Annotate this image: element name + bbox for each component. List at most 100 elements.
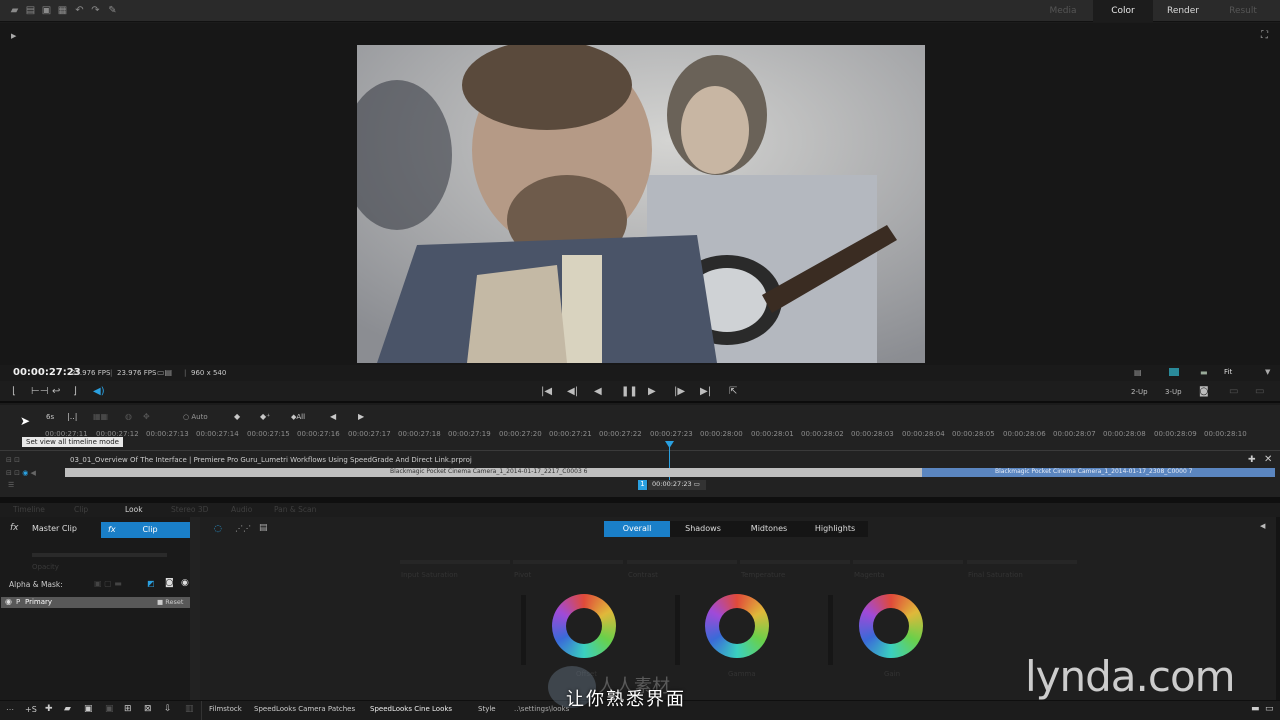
step-forward-icon[interactable]: |▶ xyxy=(674,385,685,399)
contrast-slider[interactable] xyxy=(627,560,737,564)
tab-look[interactable]: Look xyxy=(125,505,143,514)
import-icon[interactable]: ▤ xyxy=(25,5,36,16)
mask-active-icon[interactable]: ◩ xyxy=(147,579,155,588)
tab-media[interactable]: Media xyxy=(1033,0,1093,22)
gain-color-wheel[interactable] xyxy=(859,594,923,658)
monitor-icon[interactable]: ▭▤ xyxy=(157,368,172,377)
view-2up-button[interactable]: 2-Up xyxy=(1131,385,1148,399)
trash-icon[interactable]: ▥ xyxy=(185,704,194,714)
opacity-slider[interactable] xyxy=(32,553,167,557)
grid-view-icon[interactable]: ▬ xyxy=(1251,704,1260,714)
tab-audio[interactable]: Audio xyxy=(231,505,252,514)
offset-level-slider[interactable] xyxy=(521,595,526,665)
save-look-icon[interactable]: ⊞ xyxy=(124,704,132,714)
clip-2[interactable]: Blackmagic Pocket Cinema Camera_1_2014-0… xyxy=(922,468,1275,477)
track-menu-icon[interactable]: ☰ xyxy=(8,481,14,489)
final-saturation-slider[interactable] xyxy=(967,560,1077,564)
menu-icon[interactable]: ⋯ xyxy=(6,705,14,714)
expand-triangle-icon[interactable]: ▶ xyxy=(11,32,16,40)
all-button[interactable]: ◆All xyxy=(291,413,305,421)
zoom-6s-button[interactable]: 6s xyxy=(46,413,54,421)
camera-icon[interactable]: ◙ xyxy=(1199,385,1209,399)
mask-circle-icon[interactable]: ◉ xyxy=(181,578,189,588)
tab-timeline[interactable]: Timeline xyxy=(13,505,45,514)
scrollbar[interactable] xyxy=(1276,517,1280,700)
color-icon[interactable] xyxy=(1169,368,1179,376)
render-icon[interactable]: ▦ xyxy=(57,5,68,16)
tab-shadows[interactable]: Shadows xyxy=(670,521,736,537)
go-to-out-icon[interactable]: ▶| xyxy=(700,385,711,399)
gamma-level-slider[interactable] xyxy=(675,595,680,665)
crosshair-icon[interactable]: ✥ xyxy=(143,412,150,421)
keyframe-icon[interactable]: ◆ xyxy=(234,412,240,421)
close-icon[interactable]: ✕ xyxy=(1264,454,1272,465)
delete-look-icon[interactable]: ⊠ xyxy=(144,704,152,714)
audio-icon[interactable]: ◀) xyxy=(93,385,105,399)
playhead-handle-icon[interactable] xyxy=(665,441,674,448)
pivot-slider[interactable] xyxy=(513,560,623,564)
track-lock-icon[interactable]: ⊟ ⊡ xyxy=(6,456,20,464)
gamma-color-wheel[interactable] xyxy=(705,594,769,658)
tab-pan-scan[interactable]: Pan & Scan xyxy=(274,505,316,514)
offset-color-wheel[interactable] xyxy=(552,594,616,658)
auto-button[interactable]: ○ Auto xyxy=(183,413,208,421)
add-keyframe-icon[interactable]: ◆⁺ xyxy=(260,412,270,421)
chevron-down-icon[interactable]: ▼ xyxy=(1265,368,1270,376)
add-s-button[interactable]: +S xyxy=(25,705,37,714)
copy-icon[interactable]: ▣ xyxy=(84,704,93,714)
go-to-in-icon[interactable]: |◀ xyxy=(541,385,552,399)
layout-icon[interactable]: ▤ xyxy=(259,523,268,533)
split-icon[interactable]: ▭ xyxy=(1229,385,1238,399)
master-clip-button[interactable]: Master Clip xyxy=(32,524,77,533)
tab-result[interactable]: Result xyxy=(1213,0,1273,22)
fit-timeline-icon[interactable]: |..| xyxy=(67,412,77,421)
prev-keyframe-icon[interactable]: ◀ xyxy=(330,412,336,421)
track-controls-icon[interactable]: ⊟ ⊡ ◉ ◀ xyxy=(6,469,36,477)
settings-wrench-icon[interactable]: ✎ xyxy=(107,5,118,16)
mask-icon[interactable]: ▣ ▢ ▬ xyxy=(94,579,122,588)
looks-tab-camera-patches[interactable]: SpeedLooks Camera Patches xyxy=(254,705,355,713)
collapse-icon[interactable]: ◀ xyxy=(1260,522,1265,530)
gain-level-slider[interactable] xyxy=(828,595,833,665)
refresh-icon[interactable]: ◌ xyxy=(214,524,222,534)
looks-tab-style[interactable]: Style xyxy=(478,705,496,713)
tab-highlights[interactable]: Highlights xyxy=(802,521,868,537)
clip-1[interactable]: Blackmagic Pocket Cinema Camera_1_2014-0… xyxy=(65,468,922,477)
fullscreen-icon[interactable]: ⛶ xyxy=(1261,30,1268,41)
save-icon[interactable]: ▣ xyxy=(41,5,52,16)
tab-midtones[interactable]: Midtones xyxy=(736,521,802,537)
mark-in-icon[interactable]: ⌊ xyxy=(12,385,16,399)
scrollbar[interactable] xyxy=(190,517,200,700)
clip-button[interactable]: fx Clip xyxy=(101,522,199,538)
undo-icon[interactable]: ↶ xyxy=(74,5,85,16)
reset-button[interactable]: ■ Reset xyxy=(157,598,183,606)
play-reverse-icon[interactable]: ◀ xyxy=(594,385,602,399)
redo-icon[interactable]: ↷ xyxy=(90,5,101,16)
view-3up-button[interactable]: 3-Up xyxy=(1165,385,1182,399)
add-icon[interactable]: ✚ xyxy=(45,704,53,714)
magenta-slider[interactable] xyxy=(853,560,963,564)
paste-icon[interactable]: ▣ xyxy=(105,704,114,714)
zoom-select[interactable]: Fit xyxy=(1224,368,1232,376)
tab-stereo-3d[interactable]: Stereo 3D xyxy=(171,505,208,514)
looks-tab-filmstock[interactable]: Filmstock xyxy=(209,705,242,713)
tab-color[interactable]: Color xyxy=(1093,0,1153,22)
color-grid-icon[interactable]: ◍ xyxy=(125,412,132,421)
tab-overall[interactable]: Overall xyxy=(604,521,670,537)
step-back-icon[interactable]: ◀| xyxy=(567,385,578,399)
export-frame-icon[interactable]: ⇱ xyxy=(729,385,737,399)
split-icon-2[interactable]: ▭ xyxy=(1255,385,1264,399)
compare-icon[interactable]: ▬ xyxy=(1200,368,1208,377)
grid-icon[interactable]: ▦▦ xyxy=(93,412,108,421)
play-icon[interactable]: ▶ xyxy=(648,385,656,399)
open-folder-icon[interactable]: ▰ xyxy=(9,5,20,16)
input-saturation-slider[interactable] xyxy=(400,560,510,564)
tab-render[interactable]: Render xyxy=(1153,0,1213,22)
folder-icon[interactable]: ▰ xyxy=(64,704,71,714)
next-keyframe-icon[interactable]: ▶ xyxy=(358,412,364,421)
eye-icon[interactable]: ◉ xyxy=(5,597,12,606)
add-track-icon[interactable]: ✚ xyxy=(1248,455,1256,465)
scopes-icon[interactable]: ▤ xyxy=(1134,368,1142,377)
tab-clip[interactable]: Clip xyxy=(74,505,88,514)
temperature-slider[interactable] xyxy=(740,560,850,564)
